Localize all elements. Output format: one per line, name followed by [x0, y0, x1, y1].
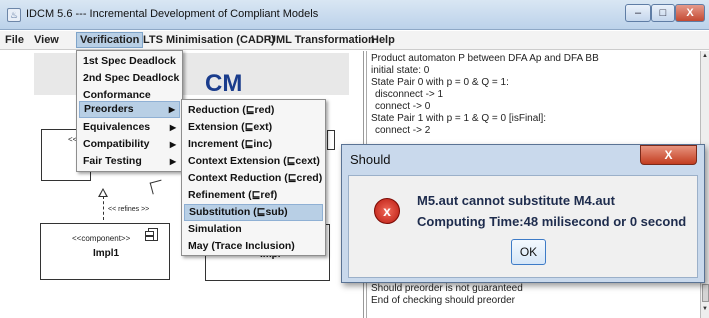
- menu-lts-minimisation[interactable]: LTS Minimisation (CADP): [140, 33, 278, 49]
- banner-text: CM: [205, 70, 243, 97]
- menu-item-increment[interactable]: Increment (⊑inc): [184, 136, 323, 153]
- menu-item-compatibility-label: Compatibility: [83, 138, 150, 150]
- output-line: Product automaton P between DFA Ap and D…: [371, 53, 599, 64]
- menu-verification[interactable]: Verification: [76, 32, 144, 48]
- should-dialog: Should X x M5.aut cannot substitute M4.a…: [341, 144, 705, 283]
- menu-item-context-extension[interactable]: Context Extension (⊑cext): [184, 153, 323, 170]
- component-name-impl1: Impl1: [93, 248, 120, 259]
- menu-file[interactable]: File: [2, 33, 27, 49]
- verification-dropdown: 1st Spec Deadlock 2nd Spec Deadlock Conf…: [76, 50, 183, 172]
- component-icon: [145, 228, 158, 241]
- output-line: connect -> 0: [375, 101, 431, 112]
- dialog-close-button[interactable]: X: [640, 145, 697, 165]
- refines-line: [103, 196, 104, 220]
- title-bar: ♨ IDCM 5.6 --- Incremental Development o…: [0, 0, 709, 30]
- dialog-computing-time: Computing Time:48 milisecond or 0 second: [417, 214, 687, 229]
- dialog-body: x M5.aut cannot substitute M4.aut Comput…: [348, 175, 698, 278]
- output-line: Should preorder is not guaranteed: [371, 283, 523, 294]
- window-title: IDCM 5.6 --- Incremental Development of …: [26, 8, 319, 20]
- dialog-title: Should: [350, 152, 391, 167]
- menu-item-simulation[interactable]: Simulation: [184, 221, 323, 238]
- menu-item-1st-spec-deadlock[interactable]: 1st Spec Deadlock: [79, 53, 180, 70]
- menu-item-preorders[interactable]: Preorders ▶: [79, 101, 180, 118]
- menu-item-2nd-spec-deadlock[interactable]: 2nd Spec Deadlock: [79, 70, 180, 87]
- submenu-arrow-icon: ▶: [169, 157, 176, 166]
- output-line: connect -> 2: [375, 125, 431, 136]
- ok-button[interactable]: OK: [511, 239, 546, 265]
- menu-view[interactable]: View: [31, 33, 62, 49]
- menu-item-fair-testing-label: Fair Testing: [83, 155, 142, 167]
- menu-uml-transformation[interactable]: UML Transformation: [265, 33, 378, 49]
- component-stereotype: <<component>>: [72, 234, 131, 243]
- submenu-arrow-icon: ▶: [168, 105, 175, 114]
- menu-item-equivalences[interactable]: Equivalences ▶: [79, 119, 180, 136]
- output-line: initial state: 0: [371, 65, 430, 76]
- maximize-button[interactable]: □: [651, 4, 675, 22]
- menu-item-may-trace-inclusion[interactable]: May (Trace Inclusion): [184, 238, 323, 255]
- menu-item-context-reduction[interactable]: Context Reduction (⊑cred): [184, 170, 323, 187]
- menu-help[interactable]: Help: [368, 33, 398, 49]
- output-line: State Pair 1 with p = 1 & Q = 0 [isFinal…: [371, 113, 547, 124]
- output-line: State Pair 0 with p = 0 & Q = 1:: [371, 77, 509, 88]
- app-icon: ♨: [7, 8, 21, 22]
- scroll-down-icon[interactable]: ▼: [702, 306, 708, 312]
- menu-item-refinement[interactable]: Refinement (⊑ref): [184, 187, 323, 204]
- output-line: End of checking should preorder: [371, 295, 515, 306]
- scroll-thumb[interactable]: [702, 284, 709, 302]
- close-button[interactable]: X: [675, 4, 705, 22]
- menu-item-equivalences-label: Equivalences: [83, 121, 151, 133]
- output-line: disconnect -> 1: [375, 89, 444, 100]
- submenu-arrow-icon: ▶: [169, 140, 176, 149]
- scroll-up-icon[interactable]: ▲: [702, 53, 708, 59]
- refines-label: << refines >>: [108, 206, 150, 213]
- submenu-arrow-icon: ▶: [169, 123, 176, 132]
- menu-item-extension[interactable]: Extension (⊑ext): [184, 119, 323, 136]
- menu-item-compatibility[interactable]: Compatibility ▶: [79, 136, 180, 153]
- preorders-submenu: Reduction (⊑red) Extension (⊑ext) Increm…: [181, 99, 326, 256]
- error-icon: x: [374, 198, 400, 224]
- dialog-message: M5.aut cannot substitute M4.aut: [417, 193, 615, 208]
- menu-item-substitution[interactable]: Substitution (⊑sub): [184, 204, 323, 221]
- menu-item-reduction[interactable]: Reduction (⊑red): [184, 102, 323, 119]
- menu-item-preorders-label: Preorders: [84, 103, 134, 115]
- minimize-button[interactable]: –: [625, 4, 651, 22]
- right-component-edge[interactable]: [327, 130, 335, 150]
- menu-item-fair-testing[interactable]: Fair Testing ▶: [79, 153, 180, 170]
- menu-bar: File View Verification LTS Minimisation …: [0, 31, 709, 50]
